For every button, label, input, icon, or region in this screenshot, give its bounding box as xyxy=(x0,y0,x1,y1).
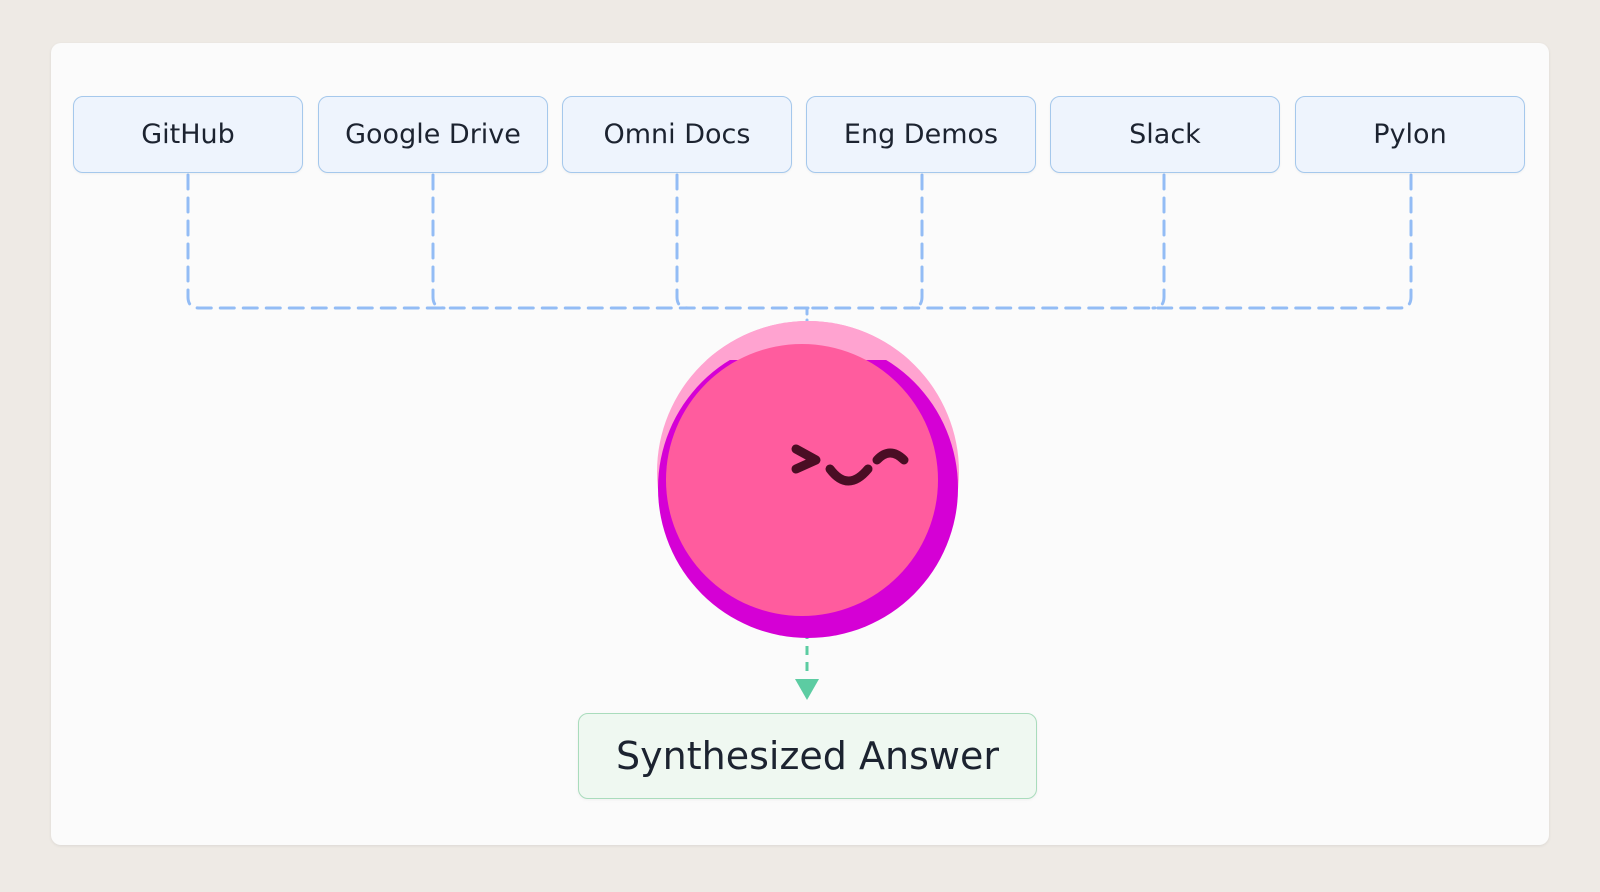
source-github: GitHub xyxy=(73,96,303,173)
source-google-drive: Google Drive xyxy=(318,96,548,173)
source-eng-demos: Eng Demos xyxy=(806,96,1036,173)
synthesized-answer-box: Synthesized Answer xyxy=(578,713,1037,799)
synthesized-answer-label: Synthesized Answer xyxy=(616,734,999,778)
source-pylon: Pylon xyxy=(1295,96,1525,173)
source-omni-docs: Omni Docs xyxy=(562,96,792,173)
source-slack: Slack xyxy=(1050,96,1280,173)
